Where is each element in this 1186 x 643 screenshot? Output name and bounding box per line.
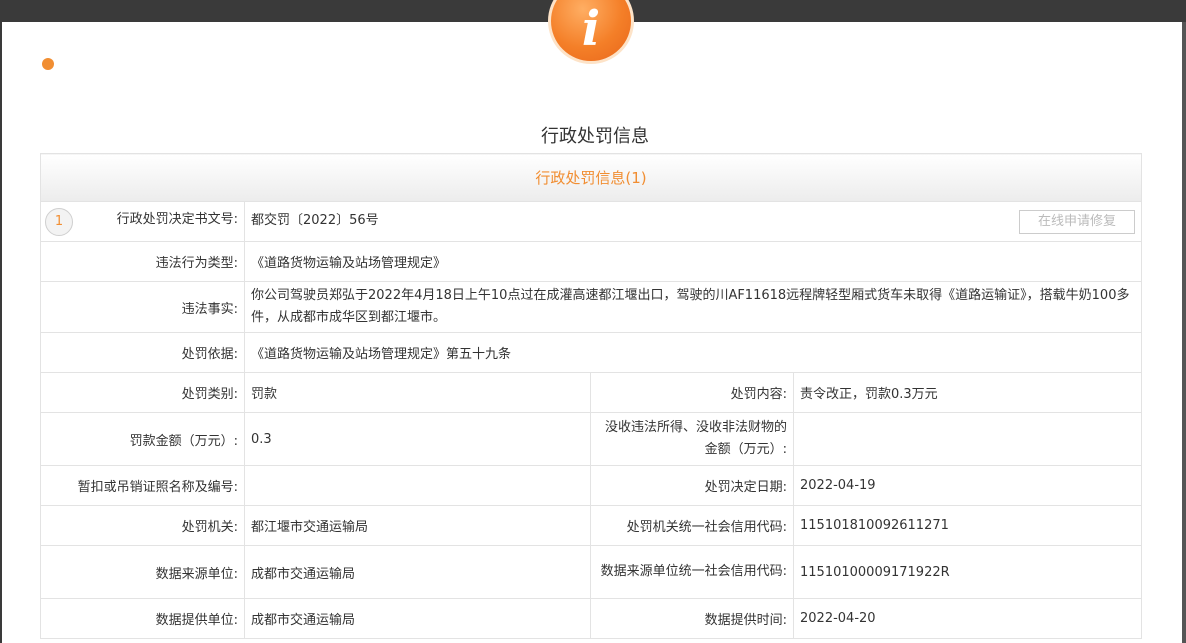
decision-number-label: 行政处罚决定书文号: [116,211,238,227]
penalty-info-table: 行政处罚信息(1) 1 行政处罚决定书文号: 都交罚〔2022〕56号 在线申请… [40,153,1142,639]
violation-type-value: 《道路货物运输及站场管理规定》 [244,241,1142,282]
authority-credit-code-value: 115101810092611271 [793,505,1142,546]
table-row: 数据来源单位: 成都市交通运输局 数据来源单位统一社会信用代码: 1151010… [40,545,1142,599]
data-source-label: 数据来源单位: [40,545,245,599]
penalty-content-value: 责令改正，罚款0.3万元 [793,372,1142,413]
confiscation-amount-value [793,412,1142,466]
provide-time-label: 数据提供时间: [590,598,794,639]
fine-amount-label: 罚款金额（万元）: [40,412,245,466]
table-row: 违法事实: 你公司驾驶员郑弘于2022年4月18日上午10点过在成灌高速都江堰出… [40,281,1142,333]
violation-type-label: 违法行为类型: [40,241,245,282]
info-icon-glyph: i [581,1,601,57]
table-row: 数据提供单位: 成都市交通运输局 数据提供时间: 2022-04-20 [40,598,1142,639]
license-revocation-label: 暂扣或吊销证照名称及编号: [40,465,245,506]
table-row: 处罚依据: 《道路货物运输及站场管理规定》第五十九条 [40,332,1142,373]
violation-facts-value: 你公司驾驶员郑弘于2022年4月18日上午10点过在成灌高速都江堰出口，驾驶的川… [244,281,1142,333]
license-revocation-value [244,465,591,506]
confiscation-amount-label: 没收违法所得、没收非法财物的金额（万元）: [590,412,794,466]
violation-facts-label: 违法事实: [40,281,245,333]
penalty-basis-label: 处罚依据: [40,332,245,373]
penalty-category-label: 处罚类别: [40,372,245,413]
apply-repair-button[interactable]: 在线申请修复 [1019,210,1135,234]
penalty-basis-value: 《道路货物运输及站场管理规定》第五十九条 [244,332,1142,373]
status-dot-icon [42,58,54,70]
row-value: 都交罚〔2022〕56号 在线申请修复 [244,201,1142,242]
table-row: 暂扣或吊销证照名称及编号: 处罚决定日期: 2022-04-19 [40,465,1142,506]
authority-credit-code-label: 处罚机关统一社会信用代码: [590,505,794,546]
source-credit-code-label: 数据来源单位统一社会信用代码: [590,545,794,599]
data-provider-value: 成都市交通运输局 [244,598,591,639]
table-row: 1 行政处罚决定书文号: 都交罚〔2022〕56号 在线申请修复 [40,201,1142,242]
table-row: 处罚机关: 都江堰市交通运输局 处罚机关统一社会信用代码: 1151018100… [40,505,1142,546]
penalty-authority-label: 处罚机关: [40,505,245,546]
penalty-authority-value: 都江堰市交通运输局 [244,505,591,546]
data-provider-label: 数据提供单位: [40,598,245,639]
table-row: 处罚类别: 罚款 处罚内容: 责令改正，罚款0.3万元 [40,372,1142,413]
page-title: 行政处罚信息 [541,126,649,147]
penalty-content-label: 处罚内容: [590,372,794,413]
decision-date-label: 处罚决定日期: [590,465,794,506]
source-credit-code-value: 11510100009171922R [793,545,1142,599]
record-index-badge: 1 [45,207,73,236]
decision-number-value: 都交罚〔2022〕56号 [251,213,379,228]
section-title: 行政处罚信息(1) [40,153,1142,202]
row-label: 1 行政处罚决定书文号: [40,201,245,242]
table-row: 违法行为类型: 《道路货物运输及站场管理规定》 [40,241,1142,282]
penalty-category-value: 罚款 [244,372,591,413]
data-source-value: 成都市交通运输局 [244,545,591,599]
window-edge [1182,22,1186,643]
fine-amount-value: 0.3 [244,412,591,466]
provide-time-value: 2022-04-20 [793,598,1142,639]
section-header-row: 行政处罚信息(1) [40,153,1142,202]
decision-date-value: 2022-04-19 [793,465,1142,506]
table-row: 罚款金额（万元）: 0.3 没收违法所得、没收非法财物的金额（万元）: [40,412,1142,466]
